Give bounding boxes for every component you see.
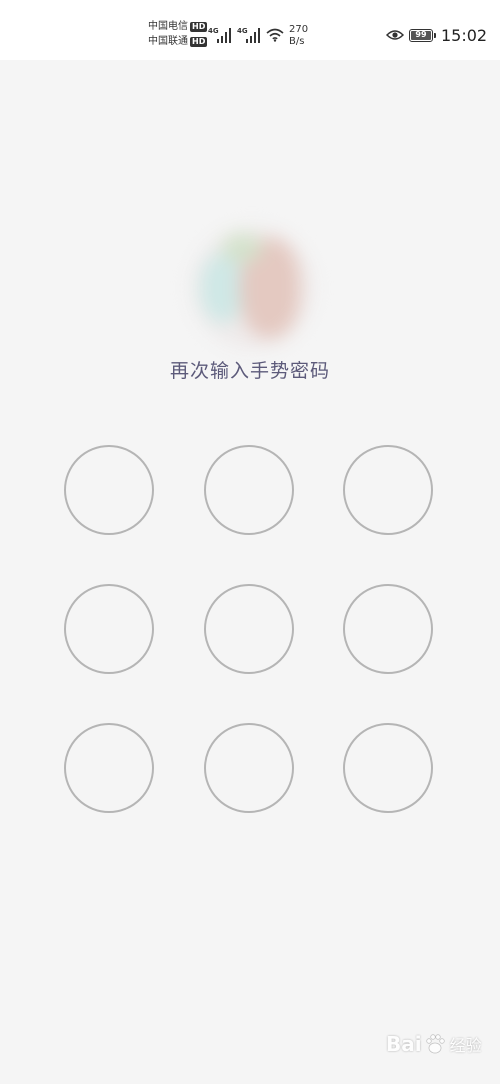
carrier-2-name: 中国联通 [148, 36, 188, 47]
carrier-list: 中国电信 HD 中国联通 HD [148, 19, 208, 49]
network-speed-unit: B/s [289, 36, 305, 47]
pattern-dot-5[interactable] [204, 584, 294, 674]
battery-icon: 99 [409, 29, 436, 42]
pattern-dot-3[interactable] [343, 445, 433, 535]
pattern-dot-9[interactable] [343, 723, 433, 813]
pattern-dot-6[interactable] [343, 584, 433, 674]
gesture-prompt: 再次输入手势密码 [169, 360, 330, 382]
watermark-brand-right: 经验 [449, 1036, 482, 1055]
pattern-dot-1[interactable] [64, 445, 154, 535]
hd-badge: HD [190, 36, 208, 47]
battery-tip [434, 33, 436, 38]
carrier-1: 中国电信 HD [148, 19, 208, 34]
wifi-icon [266, 28, 284, 42]
carrier-2: 中国联通 HD [148, 34, 208, 49]
baidu-watermark: Bai 经验 [386, 1032, 482, 1056]
clock: 15:02 [441, 26, 488, 45]
eye-icon [386, 30, 404, 40]
status-bar: 中国电信 HD 中国联通 HD 4G 4G 270 B/s 99 15:02 [0, 0, 500, 60]
pattern-dot-8[interactable] [204, 723, 294, 813]
gesture-pattern-grid[interactable] [64, 445, 436, 817]
network-speed-value: 270 [289, 24, 309, 35]
carrier-1-name: 中国电信 [148, 21, 188, 32]
avatar [192, 228, 312, 348]
pattern-dot-7[interactable] [64, 723, 154, 813]
signal-bars-icon [217, 28, 231, 43]
hd-badge: HD [190, 21, 208, 32]
pattern-dot-2[interactable] [204, 445, 294, 535]
baidu-paw-icon [425, 1034, 445, 1054]
pattern-dot-4[interactable] [64, 584, 154, 674]
signal-bars-icon [246, 28, 260, 43]
network-speed: 270 B/s [289, 24, 308, 48]
battery-level: 99 [415, 30, 427, 39]
watermark-brand-left: Bai [386, 1032, 422, 1056]
